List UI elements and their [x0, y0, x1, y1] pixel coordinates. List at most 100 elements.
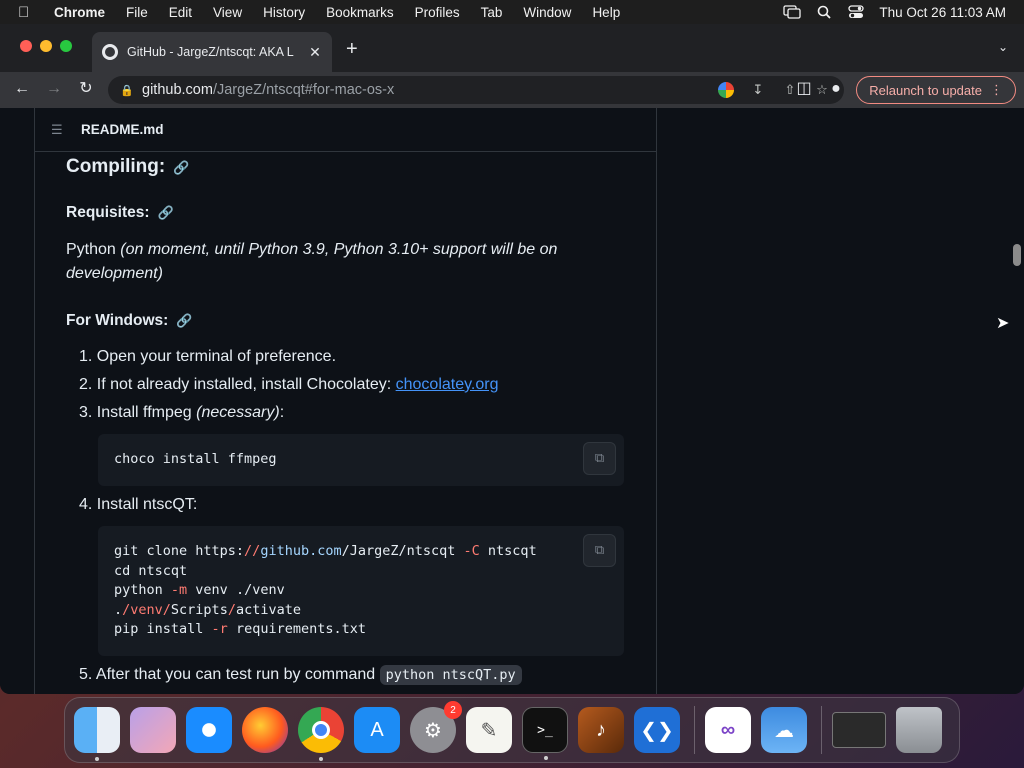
- menu-edit[interactable]: Edit: [169, 5, 192, 20]
- new-tab-button[interactable]: +: [346, 39, 358, 59]
- trash-icon[interactable]: [896, 707, 942, 753]
- heading-for-windows: For Windows: 🔗: [66, 312, 193, 330]
- github-favicon-icon: [102, 44, 118, 60]
- code-text: github.com: [260, 543, 342, 559]
- list-icon[interactable]: ☰: [51, 122, 67, 138]
- more-menu-icon[interactable]: ⋮: [990, 82, 1003, 98]
- menu-help[interactable]: Help: [592, 5, 620, 20]
- weather-icon[interactable]: ☁: [761, 707, 807, 753]
- code-text: python: [114, 582, 171, 599]
- tab-github-ntscqt[interactable]: GitHub - JargeZ/ntscqt: AKA L ✕: [92, 32, 332, 72]
- inline-code: python ntscQT.py: [379, 665, 522, 685]
- apple-icon[interactable]: : [18, 4, 40, 21]
- link-icon[interactable]: 🔗: [176, 313, 192, 328]
- menu-app-name[interactable]: Chrome: [54, 5, 105, 20]
- reload-icon[interactable]: ↻: [78, 81, 94, 97]
- code-text: -m: [170, 582, 188, 599]
- chrome-icon[interactable]: [298, 707, 344, 761]
- code-text: .: [114, 601, 123, 618]
- copy-icon[interactable]: ⧉: [583, 534, 616, 567]
- firefox-icon[interactable]: [242, 707, 288, 753]
- code-text: ntscqt: [406, 543, 464, 559]
- install-app-icon[interactable]: ↧: [750, 82, 766, 98]
- close-window-button[interactable]: [20, 40, 32, 52]
- python-prefix: Python: [66, 241, 121, 258]
- code-text: requirements.txt: [227, 621, 366, 638]
- page-scrollbar[interactable]: [1013, 244, 1021, 266]
- code-text: Scripts: [170, 601, 228, 618]
- terminal-icon[interactable]: >_: [522, 707, 568, 760]
- readme-header: ☰ README.md: [35, 108, 656, 152]
- app-store-icon[interactable]: A: [354, 707, 400, 753]
- code-text: /: [227, 601, 236, 618]
- code-text: -r: [211, 621, 228, 638]
- code-line: choco install ffmpeg: [114, 451, 277, 467]
- address-bar[interactable]: 🔒 github.com/JargeZ/ntscqt#for-mac-os-x …: [108, 76, 844, 104]
- menu-window[interactable]: Window: [523, 5, 571, 20]
- tab-strip: GitHub - JargeZ/ntscqt: AKA L ✕ + ⌄: [0, 24, 1024, 72]
- textedit-icon[interactable]: ✎: [466, 707, 512, 753]
- heading-compiling-text: Compiling:: [66, 156, 166, 177]
- heading-compiling: Compiling: 🔗: [66, 156, 189, 178]
- list-item: 1. Open your terminal of preference.: [79, 348, 337, 365]
- finder-icon[interactable]: [74, 707, 120, 761]
- list-item: 2. If not already installed, install Cho…: [79, 376, 499, 394]
- step5-text: 5. After that you can test run by comman…: [79, 666, 380, 683]
- tab-search-chevron-icon[interactable]: ⌄: [998, 40, 1008, 54]
- copy-icon[interactable]: ⧉: [583, 442, 616, 475]
- tab-title: GitHub - JargeZ/ntscqt: AKA L: [127, 45, 294, 59]
- relaunch-to-update-button[interactable]: Relaunch to update ⋮: [856, 76, 1016, 104]
- heading-requisites: Requisites: 🔗: [66, 204, 174, 222]
- code-block-install[interactable]: git clone https://github.com/JargeZ/ntsc…: [98, 526, 624, 656]
- menu-bookmarks[interactable]: Bookmarks: [326, 5, 394, 20]
- back-arrow-icon[interactable]: ←: [14, 81, 30, 97]
- google-lens-icon[interactable]: [718, 82, 734, 98]
- vscode-icon[interactable]: ❮❯: [634, 707, 680, 753]
- launchpad-icon[interactable]: [130, 707, 176, 753]
- list-item: 3. Install ffmpeg (necessary):: [79, 404, 284, 422]
- python-requirement: Python (on moment, until Python 3.9, Pyt…: [66, 238, 586, 286]
- control-center-icon[interactable]: [847, 5, 865, 19]
- url-host: github.com: [142, 82, 213, 98]
- system-settings-icon[interactable]: ⚙ 2: [410, 701, 462, 753]
- mouse-cursor-icon: ➤: [996, 315, 1010, 332]
- step3-text: 3. Install ffmpeg: [79, 404, 197, 421]
- chocolatey-link[interactable]: chocolatey.org: [396, 376, 499, 393]
- link-icon[interactable]: 🔗: [173, 160, 189, 175]
- relaunch-label: Relaunch to update: [869, 82, 982, 98]
- menubar-status-area: Thu Oct 26 11:03 AM: [783, 5, 1006, 20]
- safari-icon[interactable]: [186, 707, 232, 753]
- step2-text: 2. If not already installed, install Cho…: [79, 376, 396, 393]
- menu-view[interactable]: View: [213, 5, 242, 20]
- omnibox-actions: ↧ ⇧ ☆: [718, 82, 830, 98]
- menu-file[interactable]: File: [126, 5, 148, 20]
- profile-icon[interactable]: ●: [828, 81, 844, 97]
- zoom-window-button[interactable]: [60, 40, 72, 52]
- menu-tab[interactable]: Tab: [481, 5, 503, 20]
- garageband-icon[interactable]: ♪: [578, 707, 624, 753]
- menubar-clock[interactable]: Thu Oct 26 11:03 AM: [879, 5, 1006, 20]
- code-lines: git clone https://github.com/JargeZ/ntsc…: [98, 526, 624, 656]
- forward-arrow-icon[interactable]: →: [46, 81, 62, 97]
- lock-icon[interactable]: 🔒: [120, 84, 134, 97]
- minimized-window-icon[interactable]: [832, 712, 886, 748]
- code-block-ffmpeg[interactable]: choco install ffmpeg ⧉: [98, 434, 624, 486]
- side-panel-icon[interactable]: ◫: [796, 81, 812, 97]
- screen-mirroring-icon[interactable]: [783, 5, 802, 19]
- code-text: ntscqt: [479, 543, 537, 559]
- visual-studio-icon[interactable]: ∞: [705, 707, 751, 753]
- minimize-window-button[interactable]: [40, 40, 52, 52]
- url-path: /JargeZ/ntscqt#for-mac-os-x: [212, 82, 395, 98]
- link-icon[interactable]: 🔗: [158, 205, 174, 220]
- code-text: activate: [235, 601, 301, 618]
- close-tab-icon[interactable]: ✕: [308, 44, 322, 61]
- page-content: ☰ README.md Compiling: 🔗 Requisites: 🔗 Pyt…: [0, 108, 1024, 694]
- menu-history[interactable]: History: [263, 5, 305, 20]
- menu-profiles[interactable]: Profiles: [415, 5, 460, 20]
- code-text: -C: [463, 543, 480, 559]
- code-text: //: [244, 543, 261, 559]
- python-note: (on moment, until Python 3.9, Python 3.1…: [66, 241, 558, 282]
- menu-bar:  Chrome File Edit View History Bookmark…: [0, 0, 1024, 24]
- readme-panel: ☰ README.md Compiling: 🔗 Requisites: 🔗 Pyt…: [34, 108, 657, 694]
- search-icon[interactable]: [815, 5, 833, 19]
